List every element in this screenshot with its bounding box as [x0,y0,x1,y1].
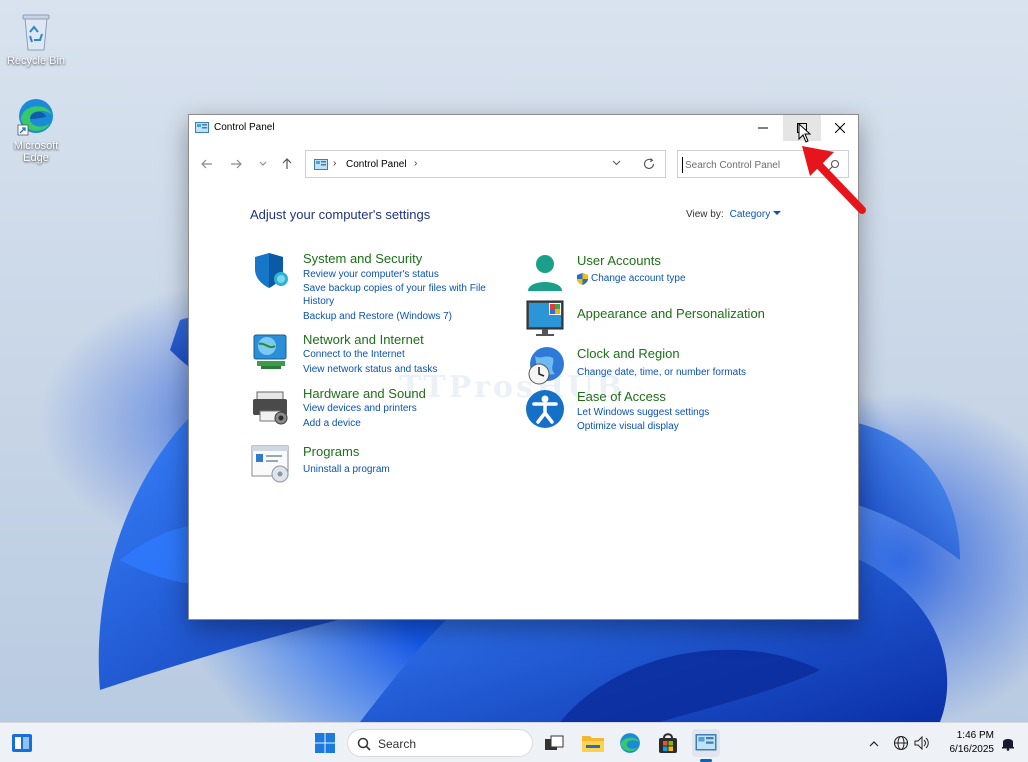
link-connect-internet[interactable]: Connect to the Internet [303,348,405,361]
category-title[interactable]: Hardware and Sound [303,386,426,401]
window-title: Control Panel [214,122,275,133]
link-windows-suggest[interactable]: Let Windows suggest settings [577,406,709,419]
link-uninstall-program[interactable]: Uninstall a program [303,463,390,476]
category-title[interactable]: Network and Internet [303,332,424,347]
task-view-button[interactable] [540,729,568,757]
search-icon [357,737,371,751]
link-network-status[interactable]: View network status and tasks [303,363,437,376]
edge-taskbar-button[interactable] [616,729,644,757]
desktop-icon-label: Microsoft Edge [13,140,59,164]
programs-icon[interactable] [251,444,291,484]
link-review-status[interactable]: Review your computer's status [303,268,439,281]
category-title[interactable]: System and Security [303,251,422,266]
edge-icon [620,733,640,753]
caret-down-icon[interactable] [773,211,782,215]
forward-button[interactable] [227,156,245,172]
up-button[interactable] [278,156,296,172]
recent-locations-button[interactable] [254,156,272,172]
store-icon [659,733,677,753]
widgets-icon [12,734,32,752]
breadcrumb-control-panel[interactable]: Control Panel [346,159,407,170]
volume-button[interactable] [908,729,936,757]
accessibility-icon[interactable] [525,389,565,429]
address-bar[interactable]: › Control Panel › [305,150,666,178]
page-heading: Adjust your computer's settings [250,207,431,222]
printer-icon[interactable] [251,386,291,426]
chevron-up-icon [869,740,879,746]
minimize-button[interactable] [744,115,782,141]
titlebar[interactable]: Control Panel [189,115,858,141]
appearance-icon[interactable] [525,299,565,339]
address-dropdown-button[interactable] [612,158,621,168]
chevron-down-icon [612,160,621,166]
category-title[interactable]: Ease of Access [577,389,666,404]
file-explorer-button[interactable] [579,729,607,757]
clock-time: 1:46 PM [956,730,994,741]
link-change-date-time[interactable]: Change date, time, or number formats [577,366,746,379]
clock[interactable]: 1:46 PM 6/16/2025 [938,729,995,757]
uac-shield-icon [577,272,588,290]
shield-icon[interactable] [251,251,291,291]
forward-arrow-icon [231,159,242,169]
control-panel-icon [195,121,209,139]
taskbar: Search 1:46 PM 6/16/2025 [0,722,1028,762]
widgets-button[interactable] [8,729,36,757]
back-arrow-icon [201,159,212,169]
category-title[interactable]: User Accounts [577,253,661,268]
control-panel-window: Control Panel › Control Panel › Search C… [188,114,859,620]
category-title[interactable]: Clock and Region [577,346,680,361]
breadcrumb-separator-icon[interactable]: › [414,158,417,169]
clock-date: 6/16/2025 [949,744,995,755]
taskbar-search[interactable]: Search [347,729,533,757]
start-button[interactable] [311,729,339,757]
network-icon[interactable] [251,332,291,372]
recycle-bin-icon [16,10,56,52]
link-file-history[interactable]: Save backup copies of your files with Fi… [303,282,486,295]
refresh-icon [643,158,655,169]
user-icon[interactable] [525,253,565,293]
navigation-bar: › Control Panel › [189,149,858,179]
desktop-icon-recycle-bin[interactable]: Recycle Bin [1,10,71,67]
breadcrumb-separator-icon: › [333,158,337,169]
category-title[interactable]: Appearance and Personalization [577,306,765,321]
control-panel-icon [695,734,717,751]
link-backup-restore[interactable]: Backup and Restore (Windows 7) [303,310,452,323]
bell-icon [1002,739,1014,751]
minimize-icon [758,127,768,129]
link-add-device[interactable]: Add a device [303,417,361,430]
category-title[interactable]: Programs [303,444,359,459]
store-button[interactable] [654,729,682,757]
link-devices-printers[interactable]: View devices and printers [303,402,417,415]
link-optimize-visual[interactable]: Optimize visual display [577,420,679,433]
link-change-account-type[interactable]: Change account type [591,272,686,285]
annotation-arrow-icon [802,146,866,214]
show-hidden-icons-button[interactable] [860,729,888,757]
notifications-button[interactable] [994,729,1022,757]
taskbar-search-label: Search [378,737,417,751]
view-by: View by: Category [686,209,782,220]
link-file-history-cont[interactable]: History [303,295,334,308]
up-arrow-icon [282,158,292,169]
windows-logo-icon [315,733,335,753]
control-panel-small-icon [314,158,328,176]
task-view-icon [545,735,564,750]
folder-icon [582,736,604,752]
edge-icon [16,95,56,137]
globe-icon [893,735,909,751]
speaker-icon [914,736,929,750]
refresh-button[interactable] [642,157,656,176]
view-by-dropdown[interactable]: Category [730,209,771,220]
desktop-icon-microsoft-edge[interactable]: Microsoft Edge [1,95,71,164]
desktop-icon-label: Recycle Bin [6,55,66,67]
control-panel-taskbar-button[interactable] [692,729,720,757]
back-button[interactable] [198,156,216,172]
clock-globe-icon[interactable] [525,346,565,386]
view-by-label: View by: [686,209,724,220]
chevron-down-icon [259,161,267,166]
